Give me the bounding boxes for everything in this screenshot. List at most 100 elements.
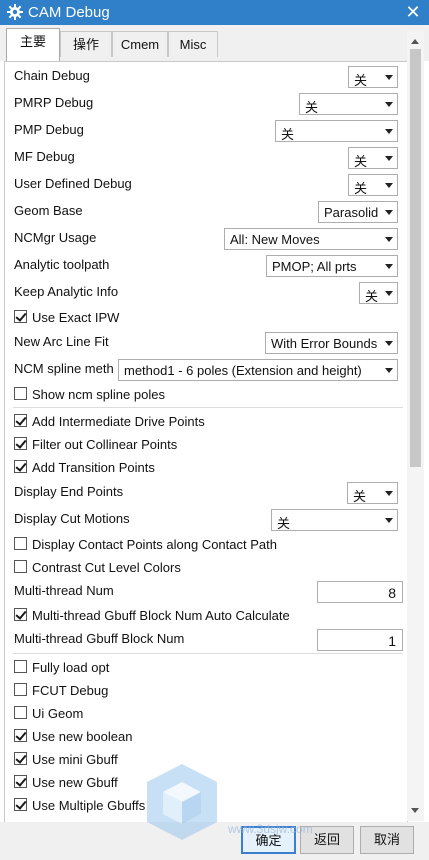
ncm-spline-meth-label: NCM spline meth xyxy=(14,361,114,376)
ncmgr-usage-label: NCMgr Usage xyxy=(14,230,97,245)
fully-load-opt-row[interactable]: Fully load opt xyxy=(13,658,403,678)
fcut-debug-row[interactable]: FCUT Debug xyxy=(13,681,403,701)
scroll-down-icon[interactable] xyxy=(411,808,419,813)
user-defined-debug-label: User Defined Debug xyxy=(14,176,132,191)
keep-analytic-info-select[interactable]: 关 xyxy=(359,282,398,304)
geom-base-value: Parasolid xyxy=(324,205,379,220)
chevron-down-icon xyxy=(385,368,393,373)
use-new-boolean-row[interactable]: Use new boolean xyxy=(13,727,403,747)
geom-base-select[interactable]: Parasolid xyxy=(318,201,398,223)
display-end-points-value: 关 xyxy=(353,489,367,504)
mf-debug-label: MF Debug xyxy=(14,149,75,164)
chevron-down-icon xyxy=(385,237,393,242)
tab-operation[interactable]: 操作 xyxy=(60,31,112,57)
user-defined-debug-value: 关 xyxy=(354,181,368,196)
add-intermediate-drive-points-row[interactable]: Add Intermediate Drive Points xyxy=(13,412,403,432)
use-multiple-gbuffs-checkbox[interactable] xyxy=(14,798,27,811)
chain-debug-value: 关 xyxy=(354,73,368,88)
add-transition-points-row[interactable]: Add Transition Points xyxy=(13,458,403,478)
chevron-down-icon xyxy=(385,156,393,161)
add-transition-points-checkbox[interactable] xyxy=(14,460,27,473)
scrollbar-thumb[interactable] xyxy=(410,49,421,467)
geom-base-row: Geom Base Parasolid xyxy=(13,201,403,223)
filter-out-collinear-points-row[interactable]: Filter out Collinear Points xyxy=(13,435,403,455)
close-icon[interactable]: ✕ xyxy=(403,1,423,23)
filter-out-collinear-points-label: Filter out Collinear Points xyxy=(32,437,178,452)
chain-debug-row: Chain Debug 关 xyxy=(13,66,403,88)
use-exact-ipw-checkbox[interactable] xyxy=(14,310,27,323)
tab-main[interactable]: 主要 xyxy=(6,28,60,61)
analytic-toolpath-row: Analytic toolpath PMOP; All prts xyxy=(13,255,403,277)
pmp-debug-select[interactable]: 关 xyxy=(275,120,398,142)
keep-analytic-info-value: 关 xyxy=(365,289,379,304)
window-title: CAM Debug xyxy=(28,4,110,21)
multithread-gbuff-auto-row[interactable]: Multi-thread Gbuff Block Num Auto Calcul… xyxy=(13,606,403,626)
tab-misc[interactable]: Misc xyxy=(168,31,218,57)
pmp-debug-label: PMP Debug xyxy=(14,122,84,137)
display-end-points-label: Display End Points xyxy=(14,484,124,499)
watermark-text: www.3dsjw.com xyxy=(228,822,313,836)
show-ncm-spline-poles-checkbox[interactable] xyxy=(14,387,27,400)
add-transition-points-label: Add Transition Points xyxy=(32,460,155,475)
add-intermediate-drive-points-label: Add Intermediate Drive Points xyxy=(32,414,205,429)
cancel-button[interactable]: 取消 xyxy=(360,826,414,854)
multithread-num-input[interactable]: 8 xyxy=(317,581,403,603)
contrast-cut-level-colors-row[interactable]: Contrast Cut Level Colors xyxy=(13,558,403,578)
ncmgr-usage-select[interactable]: All: New Moves xyxy=(224,228,398,250)
display-end-points-select[interactable]: 关 xyxy=(347,482,398,504)
ncm-spline-meth-row: NCM spline meth method1 - 6 poles (Exten… xyxy=(13,359,403,381)
display-contact-points-checkbox[interactable] xyxy=(14,537,27,550)
multithread-num-label: Multi-thread Num xyxy=(14,583,114,598)
chevron-down-icon xyxy=(385,264,393,269)
fcut-debug-checkbox[interactable] xyxy=(14,683,27,696)
use-new-gbuff-label: Use new Gbuff xyxy=(32,775,118,790)
ui-geom-label: Ui Geom xyxy=(32,706,84,721)
use-new-gbuff-checkbox[interactable] xyxy=(14,775,27,788)
user-defined-debug-row: User Defined Debug 关 xyxy=(13,174,403,196)
ncm-spline-meth-select[interactable]: method1 - 6 poles (Extension and height) xyxy=(118,359,398,381)
mf-debug-value: 关 xyxy=(354,154,368,169)
tab-cmem[interactable]: Cmem xyxy=(112,31,168,57)
contrast-cut-level-colors-checkbox[interactable] xyxy=(14,560,27,573)
use-multiple-gbuffs-label: Use Multiple Gbuffs xyxy=(32,798,146,813)
multithread-gbuff-auto-checkbox[interactable] xyxy=(14,608,27,621)
use-mini-gbuff-checkbox[interactable] xyxy=(14,752,27,765)
watermark-logo xyxy=(145,762,220,842)
display-contact-points-row[interactable]: Display Contact Points along Contact Pat… xyxy=(13,535,403,555)
chevron-down-icon xyxy=(385,491,393,496)
gear-icon xyxy=(6,3,24,21)
multithread-gbuff-block-num-label: Multi-thread Gbuff Block Num xyxy=(14,631,185,646)
use-exact-ipw-row[interactable]: Use Exact IPW xyxy=(13,308,403,328)
new-arc-line-fit-value: With Error Bounds xyxy=(271,336,378,351)
analytic-toolpath-select[interactable]: PMOP; All prts xyxy=(266,255,398,277)
tab-bar: 主要 操作 Cmem Misc xyxy=(0,25,429,61)
use-mini-gbuff-label: Use mini Gbuff xyxy=(32,752,118,767)
chevron-down-icon xyxy=(385,341,393,346)
user-defined-debug-select[interactable]: 关 xyxy=(348,174,398,196)
display-cut-motions-select[interactable]: 关 xyxy=(271,509,398,531)
add-intermediate-drive-points-checkbox[interactable] xyxy=(14,414,27,427)
pmrp-debug-select[interactable]: 关 xyxy=(299,93,398,115)
display-end-points-row: Display End Points 关 xyxy=(13,482,403,504)
new-arc-line-fit-row: New Arc Line Fit With Error Bounds xyxy=(13,332,403,354)
chain-debug-select[interactable]: 关 xyxy=(348,66,398,88)
ncmgr-usage-row: NCMgr Usage All: New Moves xyxy=(13,228,403,250)
scroll-up-icon[interactable] xyxy=(411,39,419,44)
use-new-boolean-checkbox[interactable] xyxy=(14,729,27,742)
ui-geom-checkbox[interactable] xyxy=(14,706,27,719)
ui-geom-row[interactable]: Ui Geom xyxy=(13,704,403,724)
vertical-scrollbar[interactable] xyxy=(407,31,424,821)
mf-debug-select[interactable]: 关 xyxy=(348,147,398,169)
pmrp-debug-label: PMRP Debug xyxy=(14,95,94,110)
ncmgr-usage-value: All: New Moves xyxy=(230,232,320,247)
section-divider xyxy=(13,407,403,408)
fully-load-opt-checkbox[interactable] xyxy=(14,660,27,673)
show-ncm-spline-poles-row[interactable]: Show ncm spline poles xyxy=(13,385,403,405)
filter-out-collinear-points-checkbox[interactable] xyxy=(14,437,27,450)
chevron-down-icon xyxy=(385,129,393,134)
use-exact-ipw-label: Use Exact IPW xyxy=(32,310,120,325)
chevron-down-icon xyxy=(385,518,393,523)
use-new-boolean-label: Use new boolean xyxy=(32,729,133,744)
new-arc-line-fit-select[interactable]: With Error Bounds xyxy=(265,332,398,354)
multithread-gbuff-block-num-input[interactable]: 1 xyxy=(317,629,403,651)
